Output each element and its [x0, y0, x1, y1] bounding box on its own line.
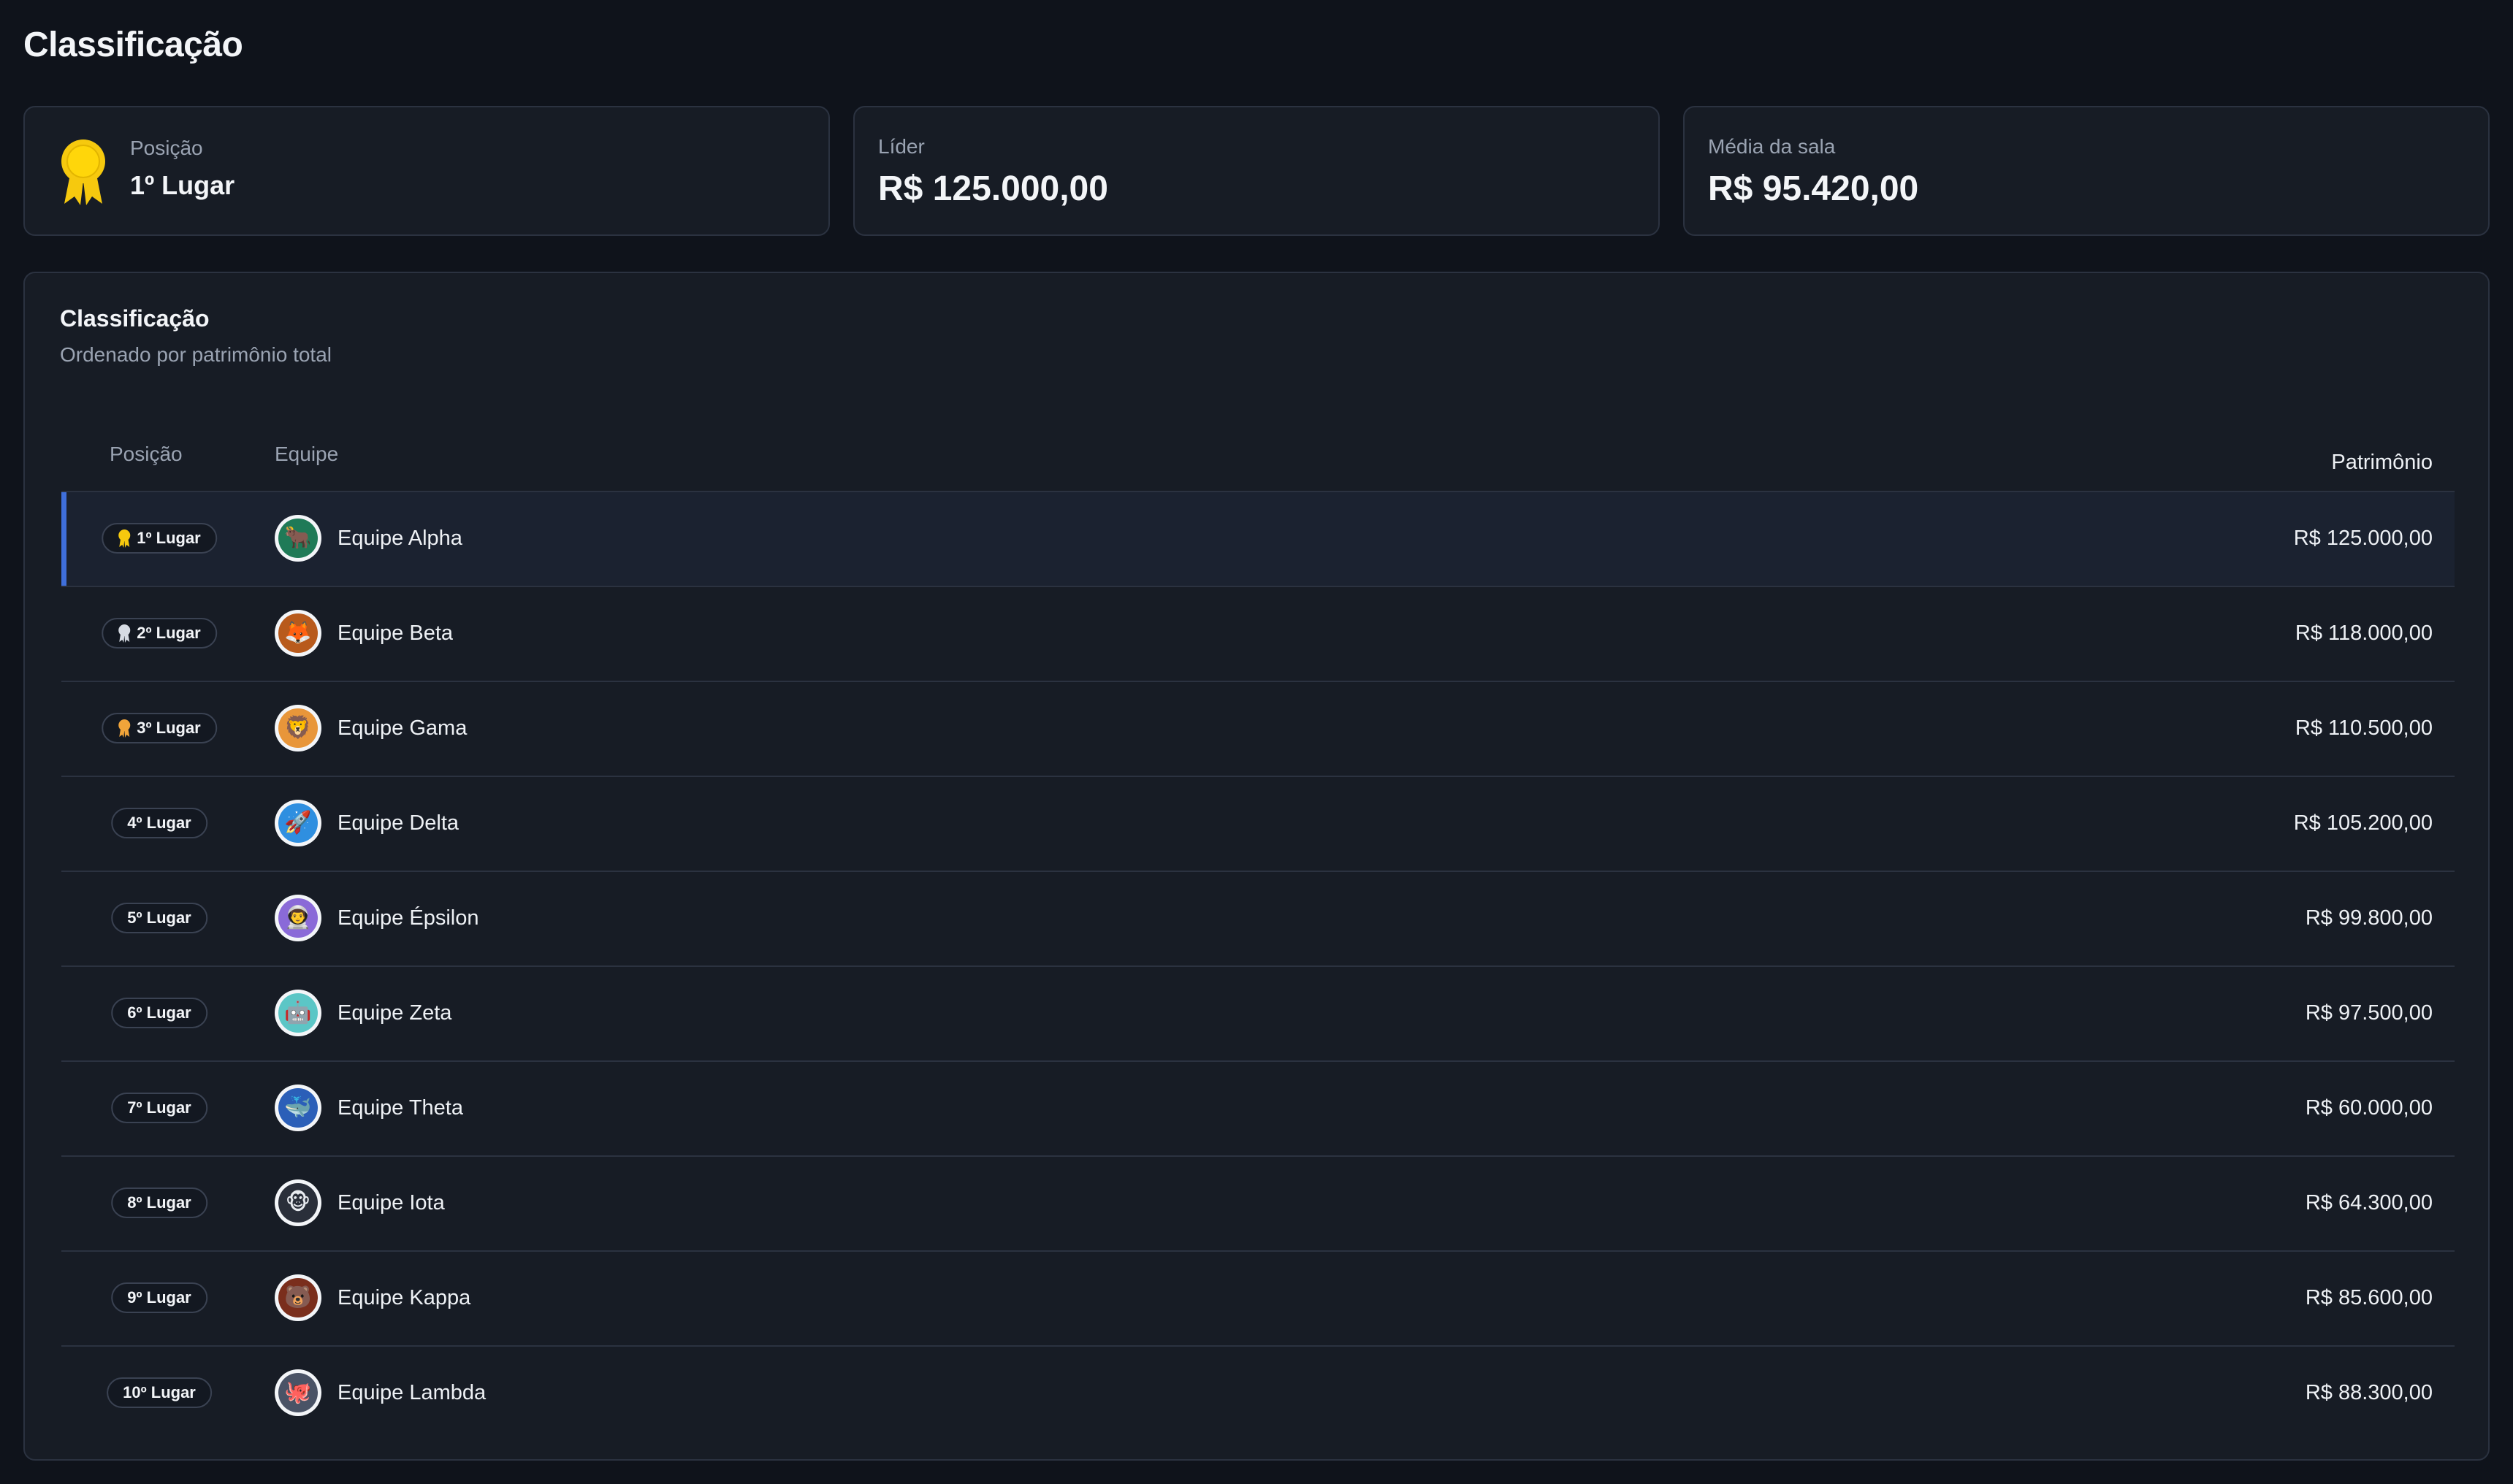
average-value: R$ 95.420,00	[1708, 169, 1919, 208]
avatar: 🐳	[275, 1085, 321, 1131]
team-worth: R$ 60.000,00	[2305, 1096, 2433, 1120]
rocket-icon: 🚀	[278, 803, 318, 843]
average-label: Média da sala	[1708, 135, 1836, 158]
bull-icon: 🐂	[278, 519, 318, 558]
team-worth: R$ 88.300,00	[2305, 1381, 2433, 1404]
table-row[interactable]: 5º Lugar 👨‍🚀 Equipe Épsilon R$ 99.800,00	[61, 872, 2455, 967]
rank-label: 9º Lugar	[127, 1288, 191, 1307]
monkey-icon: 🐵	[278, 1183, 318, 1223]
avatar: 🐂	[275, 515, 321, 562]
team-name: Equipe Gama	[338, 716, 468, 740]
table-row[interactable]: 6º Lugar 🤖 Equipe Zeta R$ 97.500,00	[61, 967, 2455, 1062]
rank-badge: 1º Lugar	[102, 523, 217, 554]
rank-badge: 3º Lugar	[102, 713, 217, 743]
table-row[interactable]: 8º Lugar 🐵 Equipe Iota R$ 64.300,00	[61, 1157, 2455, 1252]
table-row[interactable]: 10º Lugar 🐙 Equipe Lambda R$ 88.300,00	[61, 1347, 2455, 1440]
ribbon-gold-icon	[118, 529, 131, 548]
team-name: Equipe Zeta	[338, 1001, 452, 1025]
avatar: 🦊	[275, 610, 321, 657]
rank-label: 3º Lugar	[137, 719, 201, 737]
rank-label: 4º Lugar	[127, 814, 191, 832]
team-name: Equipe Alpha	[338, 527, 462, 550]
position-card: Posição 1º Lugar	[23, 106, 830, 236]
rank-badge: 2º Lugar	[102, 618, 217, 649]
team-worth: R$ 85.600,00	[2305, 1286, 2433, 1309]
column-header-position: Posição	[110, 443, 183, 465]
page-title: Classificação	[23, 26, 243, 64]
ribbon-silver-icon	[118, 624, 131, 643]
leaderboard-page: Classificação Posição 1º Lugar Líder R$ …	[0, 0, 2513, 1484]
team-worth: R$ 99.800,00	[2305, 906, 2433, 930]
ranking-subtitle: Ordenado por patrimônio total	[60, 343, 332, 366]
avatar: 🚀	[275, 800, 321, 846]
team-worth: R$ 105.200,00	[2293, 811, 2433, 835]
rank-badge: 7º Lugar	[111, 1093, 207, 1123]
ribbon-bronze-icon	[118, 719, 131, 738]
team-name: Equipe Delta	[338, 811, 459, 835]
table-row[interactable]: 4º Lugar 🚀 Equipe Delta R$ 105.200,00	[61, 777, 2455, 872]
whale-icon: 🐳	[278, 1088, 318, 1128]
leader-label: Líder	[878, 135, 925, 158]
team-name: Equipe Lambda	[338, 1381, 487, 1404]
ranking-panel: Classificação Ordenado por patrimônio to…	[23, 272, 2490, 1461]
column-header-worth: Patrimônio	[2331, 451, 2433, 474]
team-name: Equipe Beta	[338, 621, 454, 645]
table-header: Posição Equipe Patrimônio	[61, 416, 2455, 492]
team-worth: R$ 97.500,00	[2305, 1001, 2433, 1025]
rank-badge: 6º Lugar	[111, 998, 207, 1028]
table-row[interactable]: 2º Lugar 🦊 Equipe Beta R$ 118.000,00	[61, 587, 2455, 682]
avatar: 🐙	[275, 1369, 321, 1416]
leader-value: R$ 125.000,00	[878, 169, 1108, 208]
avatar: 🦁	[275, 705, 321, 751]
rank-label: 7º Lugar	[127, 1098, 191, 1117]
table-row[interactable]: 9º Lugar 🐻 Equipe Kappa R$ 85.600,00	[61, 1252, 2455, 1347]
team-worth: R$ 110.500,00	[2295, 716, 2433, 740]
team-name: Equipe Kappa	[338, 1286, 471, 1309]
robot-icon: 🤖	[278, 993, 318, 1033]
team-name: Equipe Iota	[338, 1191, 445, 1215]
lion-icon: 🦁	[278, 708, 318, 748]
rank-label: 10º Lugar	[123, 1383, 196, 1401]
rank-badge: 8º Lugar	[111, 1187, 207, 1218]
table-row[interactable]: 7º Lugar 🐳 Equipe Theta R$ 60.000,00	[61, 1062, 2455, 1157]
team-worth: R$ 118.000,00	[2295, 621, 2433, 645]
position-label: Posição	[130, 137, 203, 159]
team-worth: R$ 64.300,00	[2305, 1191, 2433, 1215]
avatar: 🐻	[275, 1274, 321, 1321]
position-value: 1º Lugar	[130, 170, 235, 200]
rank-badge: 9º Lugar	[111, 1282, 207, 1313]
ribbon-gold-icon	[61, 139, 105, 205]
team-name: Equipe Épsilon	[338, 906, 479, 930]
average-card: Média da sala R$ 95.420,00	[1683, 106, 2490, 236]
table-row[interactable]: 3º Lugar 🦁 Equipe Gama R$ 110.500,00	[61, 682, 2455, 777]
octopus-icon: 🐙	[278, 1373, 318, 1412]
table-body: 1º Lugar 🐂 Equipe Alpha R$ 125.000,00 2º Lug…	[61, 492, 2455, 1440]
fox-icon: 🦊	[278, 613, 318, 653]
ranking-table: Posição Equipe Patrimônio 1º Lugar 🐂 Equip…	[61, 416, 2455, 1440]
team-name: Equipe Theta	[338, 1096, 463, 1120]
rank-label: 1º Lugar	[137, 529, 201, 547]
rank-badge: 5º Lugar	[111, 903, 207, 933]
column-header-team: Equipe	[275, 443, 339, 465]
avatar: 🐵	[275, 1179, 321, 1226]
rank-badge: 10º Lugar	[107, 1377, 212, 1408]
team-worth: R$ 125.000,00	[2293, 527, 2433, 550]
astronaut-icon: 👨‍🚀	[278, 898, 318, 938]
avatar: 👨‍🚀	[275, 895, 321, 941]
table-row[interactable]: 1º Lugar 🐂 Equipe Alpha R$ 125.000,00	[61, 492, 2455, 587]
rank-label: 6º Lugar	[127, 1003, 191, 1022]
leader-card: Líder R$ 125.000,00	[853, 106, 1660, 236]
ranking-title: Classificação	[60, 305, 210, 332]
avatar: 🤖	[275, 990, 321, 1036]
rank-badge: 4º Lugar	[111, 808, 207, 838]
rank-label: 5º Lugar	[127, 909, 191, 927]
stats-row: Posição 1º Lugar Líder R$ 125.000,00 Méd…	[23, 106, 2490, 236]
bear-icon: 🐻	[278, 1278, 318, 1317]
rank-label: 2º Lugar	[137, 624, 201, 642]
rank-label: 8º Lugar	[127, 1193, 191, 1212]
